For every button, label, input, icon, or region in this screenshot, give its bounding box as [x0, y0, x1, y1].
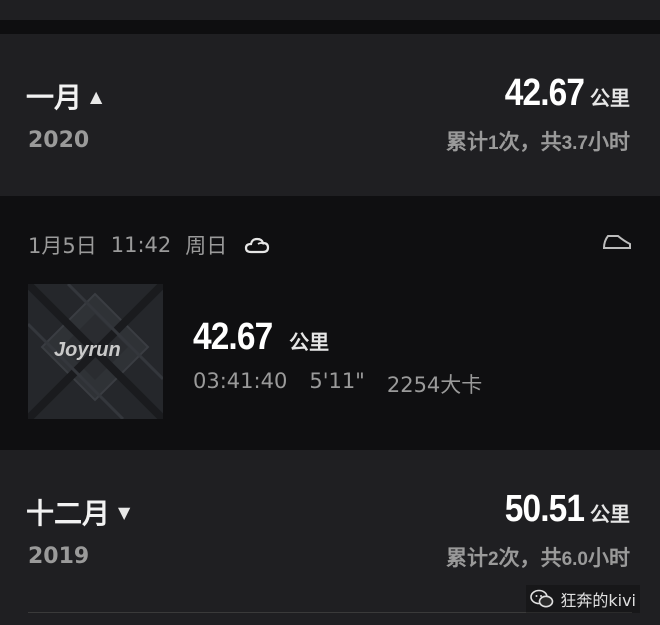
- summary-suffix: 小时: [588, 130, 630, 154]
- run-datetime: 1月5日 11:42 周日: [28, 230, 273, 260]
- month-name: 十二月 ▼: [26, 492, 130, 532]
- run-thumbnail[interactable]: Joyrun: [28, 284, 163, 419]
- month-summary: 累计 1 次，共 3.7 小时: [446, 126, 630, 156]
- month-label: 一月: [26, 81, 83, 114]
- caret-down-icon[interactable]: ▼: [118, 503, 130, 522]
- run-calories: 2254大卡: [386, 373, 483, 397]
- run-duration: 03:41:40: [193, 369, 288, 393]
- month-name: 一月 ▲: [26, 76, 102, 116]
- run-time: 11:42: [110, 233, 172, 257]
- month-distance-unit: 公里: [590, 502, 630, 526]
- summary-prefix: 累计: [446, 130, 488, 154]
- month-summary: 累计 2 次，共 6.0 小时: [446, 542, 630, 572]
- run-distance: 42.67 公里: [193, 316, 329, 359]
- month-header-january[interactable]: 一月 ▲ 2020 42.67 公里 累计 1 次，共 3.7 小时: [0, 34, 660, 196]
- section-gap: [0, 20, 660, 34]
- month-distance-value: 42.67: [504, 72, 585, 114]
- wechat-icon: [530, 589, 554, 608]
- month-year: 2020: [28, 128, 90, 153]
- month-distance: 42.67 公里: [494, 72, 630, 115]
- summary-mid: 次，共: [498, 546, 562, 570]
- month-distance: 50.51 公里: [494, 488, 630, 531]
- shoe-icon: [602, 235, 631, 249]
- run-date: 1月5日: [28, 234, 97, 258]
- summary-mid: 次，共: [498, 130, 562, 154]
- summary-hours: 3.7: [561, 133, 588, 154]
- summary-suffix: 小时: [588, 546, 630, 570]
- run-weekday: 周日: [185, 234, 228, 258]
- summary-prefix: 累计: [446, 546, 488, 570]
- watermark-text: 狂奔的kivi: [560, 591, 636, 610]
- cloudy-icon: [245, 237, 270, 254]
- thumbnail-label: Joyrun: [54, 339, 121, 361]
- summary-hours: 6.0: [561, 549, 588, 570]
- run-distance-unit: 公里: [289, 330, 330, 354]
- month-distance-unit: 公里: [590, 86, 630, 110]
- month-year: 2019: [28, 544, 90, 569]
- run-stats: 03:41:40 5'11" 2254大卡: [193, 369, 482, 399]
- watermark: 狂奔的kivi: [526, 585, 640, 613]
- run-pace: 5'11": [309, 369, 365, 393]
- previous-section-edge: [0, 0, 660, 20]
- month-distance-value: 50.51: [504, 488, 585, 530]
- summary-count: 2: [488, 549, 499, 570]
- month-label: 十二月: [26, 497, 111, 530]
- caret-up-icon[interactable]: ▲: [90, 87, 102, 106]
- run-distance-value: 42.67: [193, 316, 273, 358]
- summary-count: 1: [488, 133, 499, 154]
